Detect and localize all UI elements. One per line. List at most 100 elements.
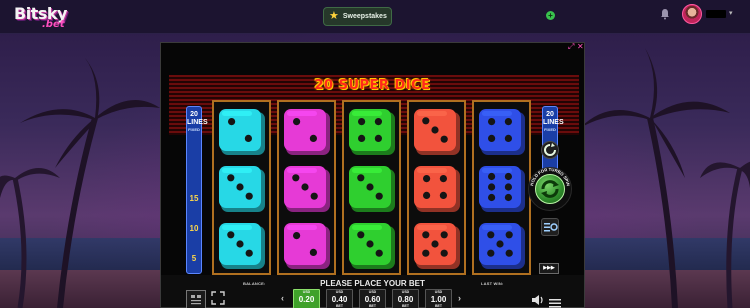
die-highlight	[352, 168, 382, 173]
die-face	[349, 166, 395, 212]
lines-count-right: 20 LINES FIXED	[543, 111, 564, 132]
die-face	[479, 109, 525, 155]
die-pip	[309, 248, 317, 256]
die-pip	[422, 249, 430, 257]
line-marker: 15	[189, 194, 199, 203]
die-face	[284, 109, 330, 155]
die-face	[219, 166, 265, 212]
die-highlight	[287, 225, 317, 230]
site-logo[interactable]: Bitsky .bet	[14, 4, 76, 32]
chevron-down-icon[interactable]: ▾	[729, 9, 733, 17]
avatar[interactable]	[682, 4, 702, 24]
die-pip	[440, 249, 448, 257]
die-pip	[488, 172, 496, 181]
die-face	[479, 223, 525, 269]
menu-icon[interactable]	[549, 295, 569, 308]
die-highlight	[352, 111, 382, 116]
bet-label: BET	[336, 304, 343, 308]
die-pip	[374, 134, 382, 142]
game-window: ⤢ ✕ 20 SUPER DICE 20 LINES FIXED 15 10 5…	[160, 42, 585, 308]
bet-option[interactable]: USD 0.60 BET	[359, 289, 386, 308]
die-highlight	[482, 111, 512, 116]
balance-label: BALANCE:	[243, 281, 266, 286]
die-pip	[357, 231, 365, 239]
die-pip	[358, 118, 366, 126]
die-pip	[366, 183, 374, 191]
die-pip	[431, 126, 439, 134]
spin-button[interactable]	[535, 174, 565, 204]
bet-value: 1.00	[430, 295, 447, 304]
die-pip	[227, 174, 235, 182]
plus-icon[interactable]: +	[546, 11, 555, 20]
die-highlight	[287, 111, 317, 116]
refresh-icon[interactable]	[541, 141, 559, 159]
expand-icon[interactable]: ⤢	[568, 42, 574, 51]
settings-icon[interactable]	[541, 218, 559, 236]
bet-decrease-arrow[interactable]: ‹	[281, 293, 284, 303]
die-highlight	[482, 225, 512, 230]
die-face	[479, 166, 525, 212]
die-highlight	[222, 225, 252, 230]
die-pip	[301, 183, 309, 191]
fullscreen-icon[interactable]	[211, 291, 231, 308]
palm-tree-left	[0, 58, 160, 308]
lines-count-value: 20	[190, 111, 198, 118]
die-pip	[488, 134, 496, 142]
line-marker: 5	[191, 254, 197, 263]
lines-indicator-left: 20 LINES FIXED 15 10 5 1	[186, 106, 208, 293]
lines-count-label: LINES	[543, 119, 564, 126]
bet-option[interactable]: USD 0.80 BET	[392, 289, 419, 308]
line-marker: 10	[189, 224, 199, 233]
bet-option[interactable]: USD 0.40 BET	[326, 289, 353, 308]
settings-glyph	[544, 223, 558, 232]
autoplay-icon[interactable]: ▶▶▶	[539, 263, 559, 274]
info-icon[interactable]	[186, 290, 206, 308]
bet-label: BET	[402, 304, 409, 308]
refresh-glyph	[544, 143, 556, 156]
last-win-label: LAST WIN:	[481, 281, 504, 286]
reel-2	[277, 100, 336, 275]
bell-icon[interactable]	[660, 8, 670, 20]
fullscreen-glyph	[211, 291, 225, 305]
die-pip	[236, 240, 244, 248]
lines-fixed-label: FIXED	[188, 127, 200, 132]
die-pip	[423, 175, 431, 183]
bet-value: 0.40	[331, 295, 348, 304]
die-pip	[228, 118, 236, 126]
lines-count-value: 20	[546, 111, 554, 118]
die-highlight	[352, 225, 382, 230]
lines-count-label: LINES	[187, 119, 208, 126]
die-pip	[422, 231, 430, 239]
die-pip	[431, 240, 439, 248]
close-icon[interactable]: ✕	[577, 42, 584, 51]
die-pip	[293, 232, 301, 240]
die-pip	[293, 118, 301, 126]
die-pip	[504, 193, 512, 202]
info-glyph	[191, 295, 201, 305]
die-pip	[236, 183, 244, 191]
die-pip	[227, 231, 235, 239]
die-pip	[487, 249, 495, 257]
die-pip	[439, 191, 447, 199]
die-pip	[439, 175, 447, 183]
die-highlight	[417, 168, 447, 173]
die-face	[219, 223, 265, 269]
lines-fixed-label: FIXED	[544, 127, 556, 132]
bet-increase-arrow[interactable]: ›	[458, 293, 461, 303]
die-pip	[357, 174, 365, 182]
die-pip	[504, 118, 512, 126]
die-pip	[488, 118, 496, 126]
die-pip	[245, 249, 253, 257]
die-pip	[488, 193, 496, 202]
bet-option[interactable]: USD 0.20	[293, 289, 320, 308]
sweepstakes-button[interactable]: ★ Sweepstakes	[323, 7, 392, 26]
die-highlight	[222, 111, 252, 116]
sweepstakes-label: Sweepstakes	[342, 13, 387, 20]
bet-option[interactable]: USD 1.00 BET	[425, 289, 452, 308]
username-box[interactable]	[706, 10, 726, 18]
die-highlight	[482, 168, 512, 173]
die-pip	[423, 191, 431, 199]
game-title: 20 SUPER DICE	[314, 78, 431, 93]
sound-icon[interactable]	[531, 293, 551, 308]
die-pip	[504, 172, 512, 181]
